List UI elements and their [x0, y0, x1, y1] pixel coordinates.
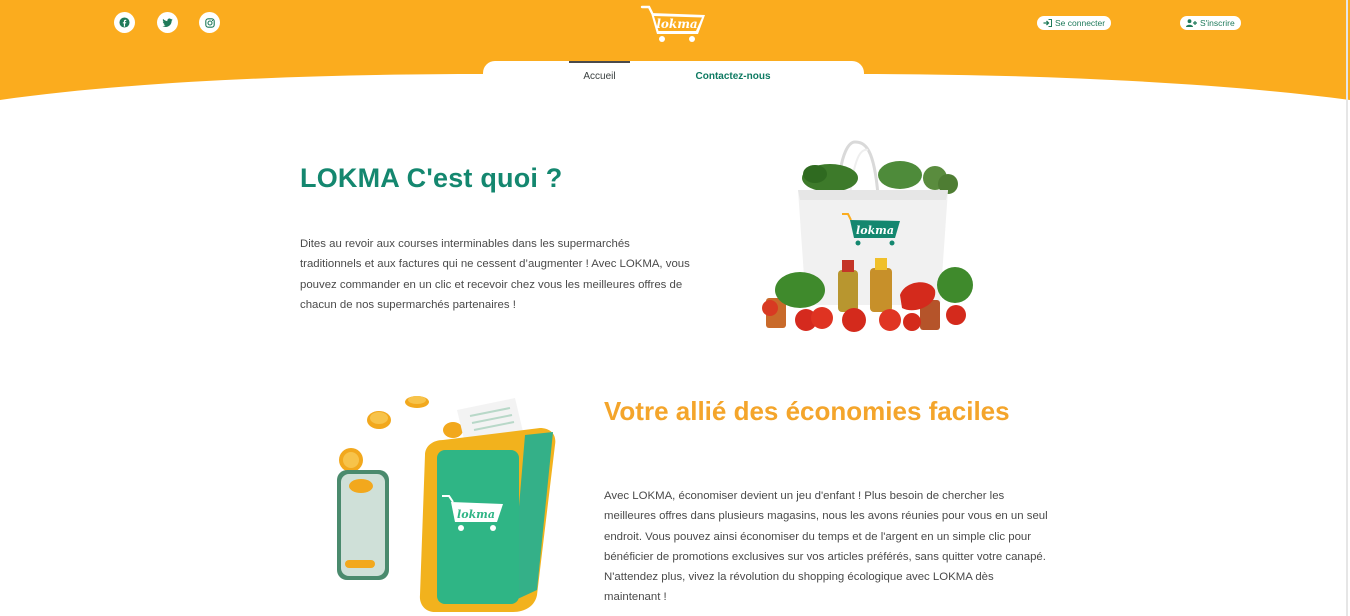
sign-in-icon: [1043, 19, 1052, 27]
section1-body: Dites au revoir aux courses interminable…: [300, 238, 690, 311]
page-edge: [1346, 0, 1348, 616]
logo-text: lokma: [656, 17, 697, 31]
instagram-icon[interactable]: [199, 12, 220, 33]
nav-accueil[interactable]: Accueil: [569, 61, 630, 91]
facebook-icon[interactable]: [114, 12, 135, 33]
twitter-icon[interactable]: [157, 12, 178, 33]
signup-label: S'inscrire: [1200, 18, 1235, 28]
grocery-bag-image: lokma: [750, 140, 975, 340]
terminal-logo-text: lokma: [457, 508, 495, 521]
user-plus-icon: [1186, 19, 1197, 27]
bag-logo-text: lokma: [856, 224, 894, 237]
nav-contact[interactable]: Contactez-nous: [688, 61, 778, 91]
site-header: lokma Se connecter S'inscrire Accueil Co…: [0, 0, 1350, 100]
section2-title: Votre allié des économies faciles: [604, 396, 1010, 426]
signup-button[interactable]: S'inscrire: [1180, 16, 1241, 30]
lokma-logo[interactable]: lokma: [640, 4, 708, 44]
login-label: Se connecter: [1055, 18, 1106, 28]
payment-terminal-image: lokma: [325, 390, 565, 616]
main-nav: Accueil Contactez-nous: [483, 61, 864, 91]
section2-body: Avec LOKMA, économiser devient un jeu d'…: [604, 490, 1048, 604]
section1-title: LOKMA C'est quoi ?: [300, 163, 563, 193]
login-button[interactable]: Se connecter: [1037, 16, 1112, 30]
